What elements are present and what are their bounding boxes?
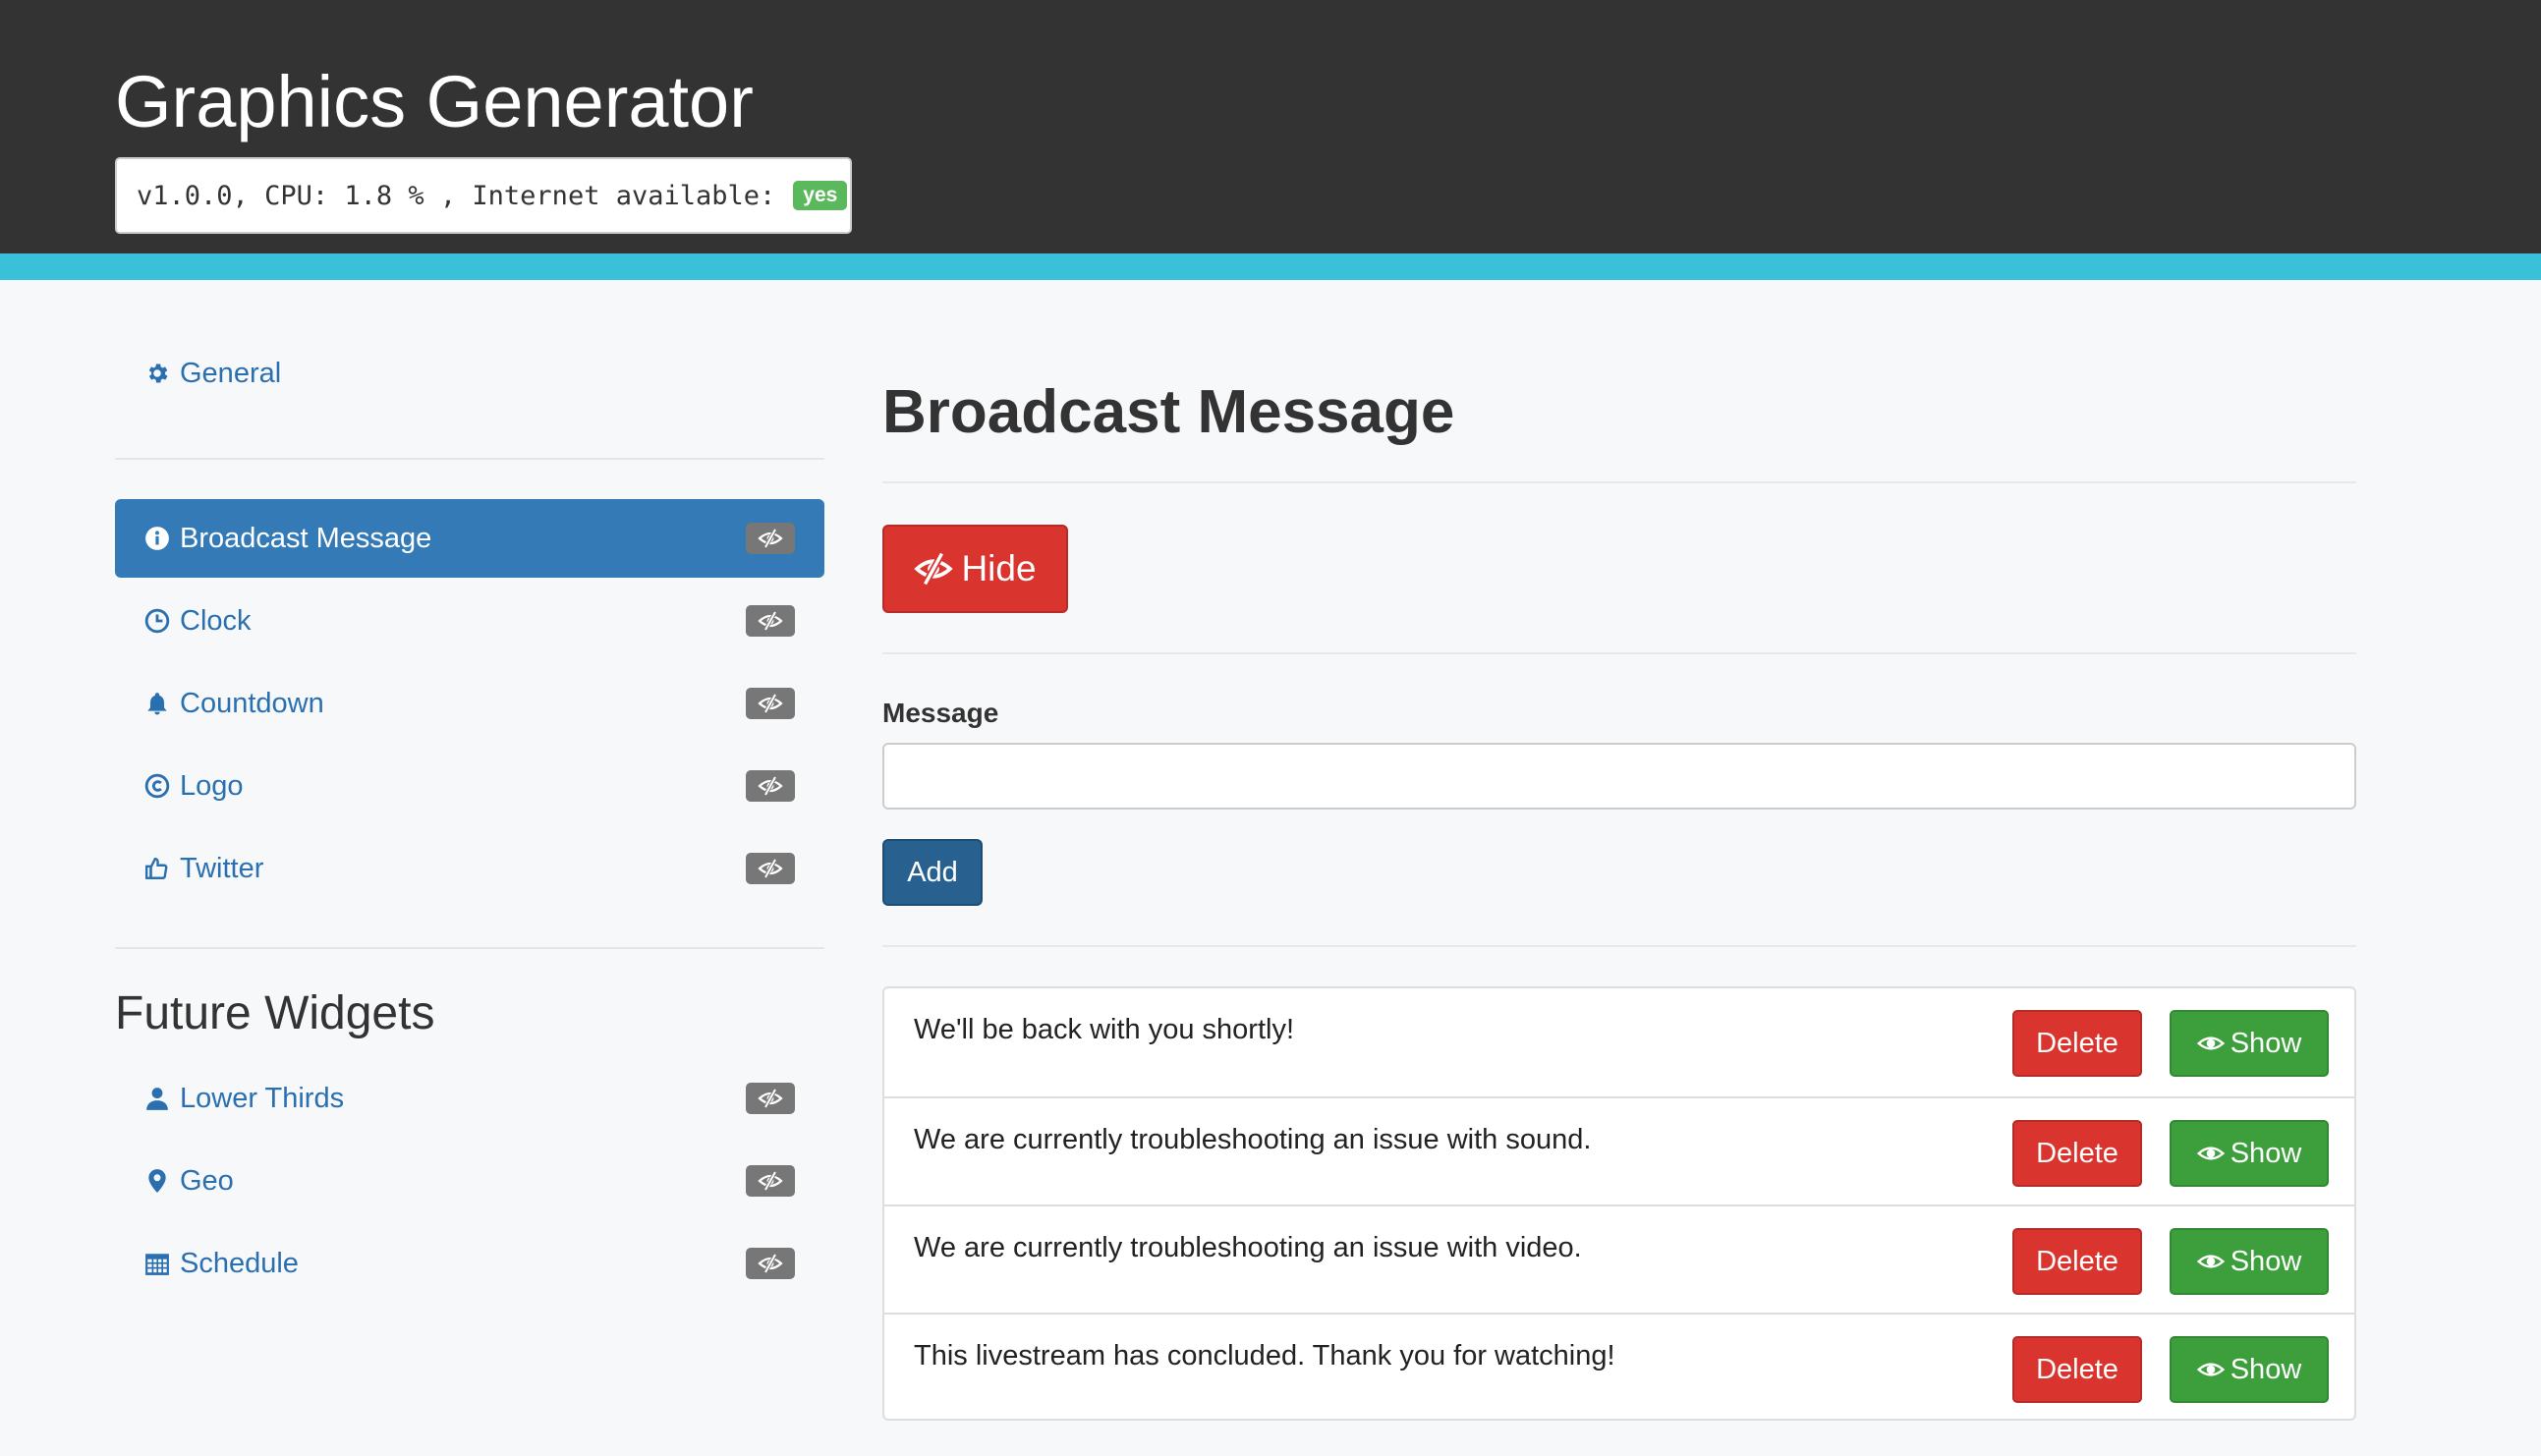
sidebar-item-label: Twitter xyxy=(180,852,264,884)
app-header: Graphics Generator v1.0.0, CPU: 1.8 % , … xyxy=(0,0,2541,253)
info-circle-icon xyxy=(142,524,172,553)
sidebar-item-label: Lower Thirds xyxy=(180,1082,345,1114)
message-label: Message xyxy=(882,698,999,728)
eye-slash-icon[interactable] xyxy=(746,1248,795,1279)
eye-slash-icon[interactable] xyxy=(746,523,795,554)
sidebar-item-geo[interactable]: Geo xyxy=(115,1142,824,1220)
gear-icon xyxy=(142,359,172,388)
app-title: Graphics Generator xyxy=(115,61,754,142)
future-widgets-heading: Future Widgets xyxy=(115,987,435,1039)
copyright-circle-icon xyxy=(142,771,172,801)
message-input[interactable] xyxy=(882,743,2356,810)
sidebar-item-label: Countdown xyxy=(180,687,324,719)
divider xyxy=(882,481,2356,483)
bell-icon xyxy=(142,689,172,718)
delete-button[interactable]: Delete xyxy=(2012,1228,2142,1295)
eye-slash-icon[interactable] xyxy=(746,853,795,884)
show-button-label: Show xyxy=(2230,1353,2302,1385)
message-row: We are currently troubleshooting an issu… xyxy=(884,1204,2354,1313)
sidebar-item-label: Clock xyxy=(180,604,252,637)
message-row: We are currently troubleshooting an issu… xyxy=(884,1096,2354,1204)
sidebar-item-twitter[interactable]: Twitter xyxy=(115,829,824,908)
message-row: This livestream has concluded. Thank you… xyxy=(884,1313,2354,1421)
status-bar: v1.0.0, CPU: 1.8 % , Internet available:… xyxy=(115,157,852,234)
eye-icon xyxy=(2196,1144,2225,1163)
eye-slash-icon xyxy=(914,552,954,586)
show-button[interactable]: Show xyxy=(2170,1120,2329,1187)
internet-label: Internet available: xyxy=(472,180,776,211)
version-text: v1.0.0, xyxy=(137,180,249,211)
clock-icon xyxy=(142,606,172,636)
show-button-label: Show xyxy=(2230,1027,2302,1059)
calendar-icon xyxy=(142,1249,172,1278)
map-marker-icon xyxy=(142,1166,172,1196)
sidebar-divider xyxy=(115,947,824,949)
delete-button[interactable]: Delete xyxy=(2012,1120,2142,1187)
eye-icon xyxy=(2196,1034,2225,1053)
eye-icon xyxy=(2196,1360,2225,1379)
eye-slash-icon[interactable] xyxy=(746,1083,795,1114)
accent-bar xyxy=(0,253,2541,280)
cpu-text: CPU: 1.8 % , xyxy=(264,180,457,211)
eye-slash-icon[interactable] xyxy=(746,770,795,802)
sidebar-item-label: Schedule xyxy=(180,1247,299,1279)
message-row: We'll be back with you shortly! Delete S… xyxy=(884,988,2354,1096)
eye-slash-icon[interactable] xyxy=(746,1165,795,1197)
hide-button-label: Hide xyxy=(961,548,1037,588)
hide-button[interactable]: Hide xyxy=(882,525,1068,613)
add-button[interactable]: Add xyxy=(882,839,983,906)
message-text: We'll be back with you shortly! xyxy=(914,1014,1294,1045)
show-button[interactable]: Show xyxy=(2170,1228,2329,1295)
page-title: Broadcast Message xyxy=(882,378,1455,446)
show-button[interactable]: Show xyxy=(2170,1010,2329,1077)
sidebar-item-clock[interactable]: Clock xyxy=(115,582,824,660)
sidebar-item-schedule[interactable]: Schedule xyxy=(115,1224,824,1303)
sidebar-item-label: Geo xyxy=(180,1164,234,1197)
message-text: This livestream has concluded. Thank you… xyxy=(914,1340,1615,1372)
internet-status-badge: yes xyxy=(793,181,848,210)
delete-button[interactable]: Delete xyxy=(2012,1010,2142,1077)
show-button[interactable]: Show xyxy=(2170,1336,2329,1403)
eye-icon xyxy=(2196,1252,2225,1271)
sidebar-item-label: Broadcast Message xyxy=(180,522,432,554)
sidebar-item-countdown[interactable]: Countdown xyxy=(115,664,824,743)
sidebar-item-broadcast-message[interactable]: Broadcast Message xyxy=(115,499,824,578)
divider xyxy=(882,652,2356,654)
sidebar-item-label: Logo xyxy=(180,769,244,802)
sidebar-item-label: General xyxy=(180,357,282,389)
show-button-label: Show xyxy=(2230,1245,2302,1277)
delete-button[interactable]: Delete xyxy=(2012,1336,2142,1403)
message-list: We'll be back with you shortly! Delete S… xyxy=(882,986,2356,1421)
eye-slash-icon[interactable] xyxy=(746,605,795,637)
show-button-label: Show xyxy=(2230,1137,2302,1169)
message-text: We are currently troubleshooting an issu… xyxy=(914,1124,1592,1155)
sidebar-item-general[interactable]: General xyxy=(115,334,824,413)
eye-slash-icon[interactable] xyxy=(746,688,795,719)
sidebar-divider xyxy=(115,458,824,460)
thumbs-up-icon xyxy=(142,854,172,883)
message-text: We are currently troubleshooting an issu… xyxy=(914,1232,1582,1263)
sidebar-item-logo[interactable]: Logo xyxy=(115,747,824,825)
user-icon xyxy=(142,1084,172,1113)
sidebar-item-lower-thirds[interactable]: Lower Thirds xyxy=(115,1059,824,1138)
divider xyxy=(882,945,2356,947)
